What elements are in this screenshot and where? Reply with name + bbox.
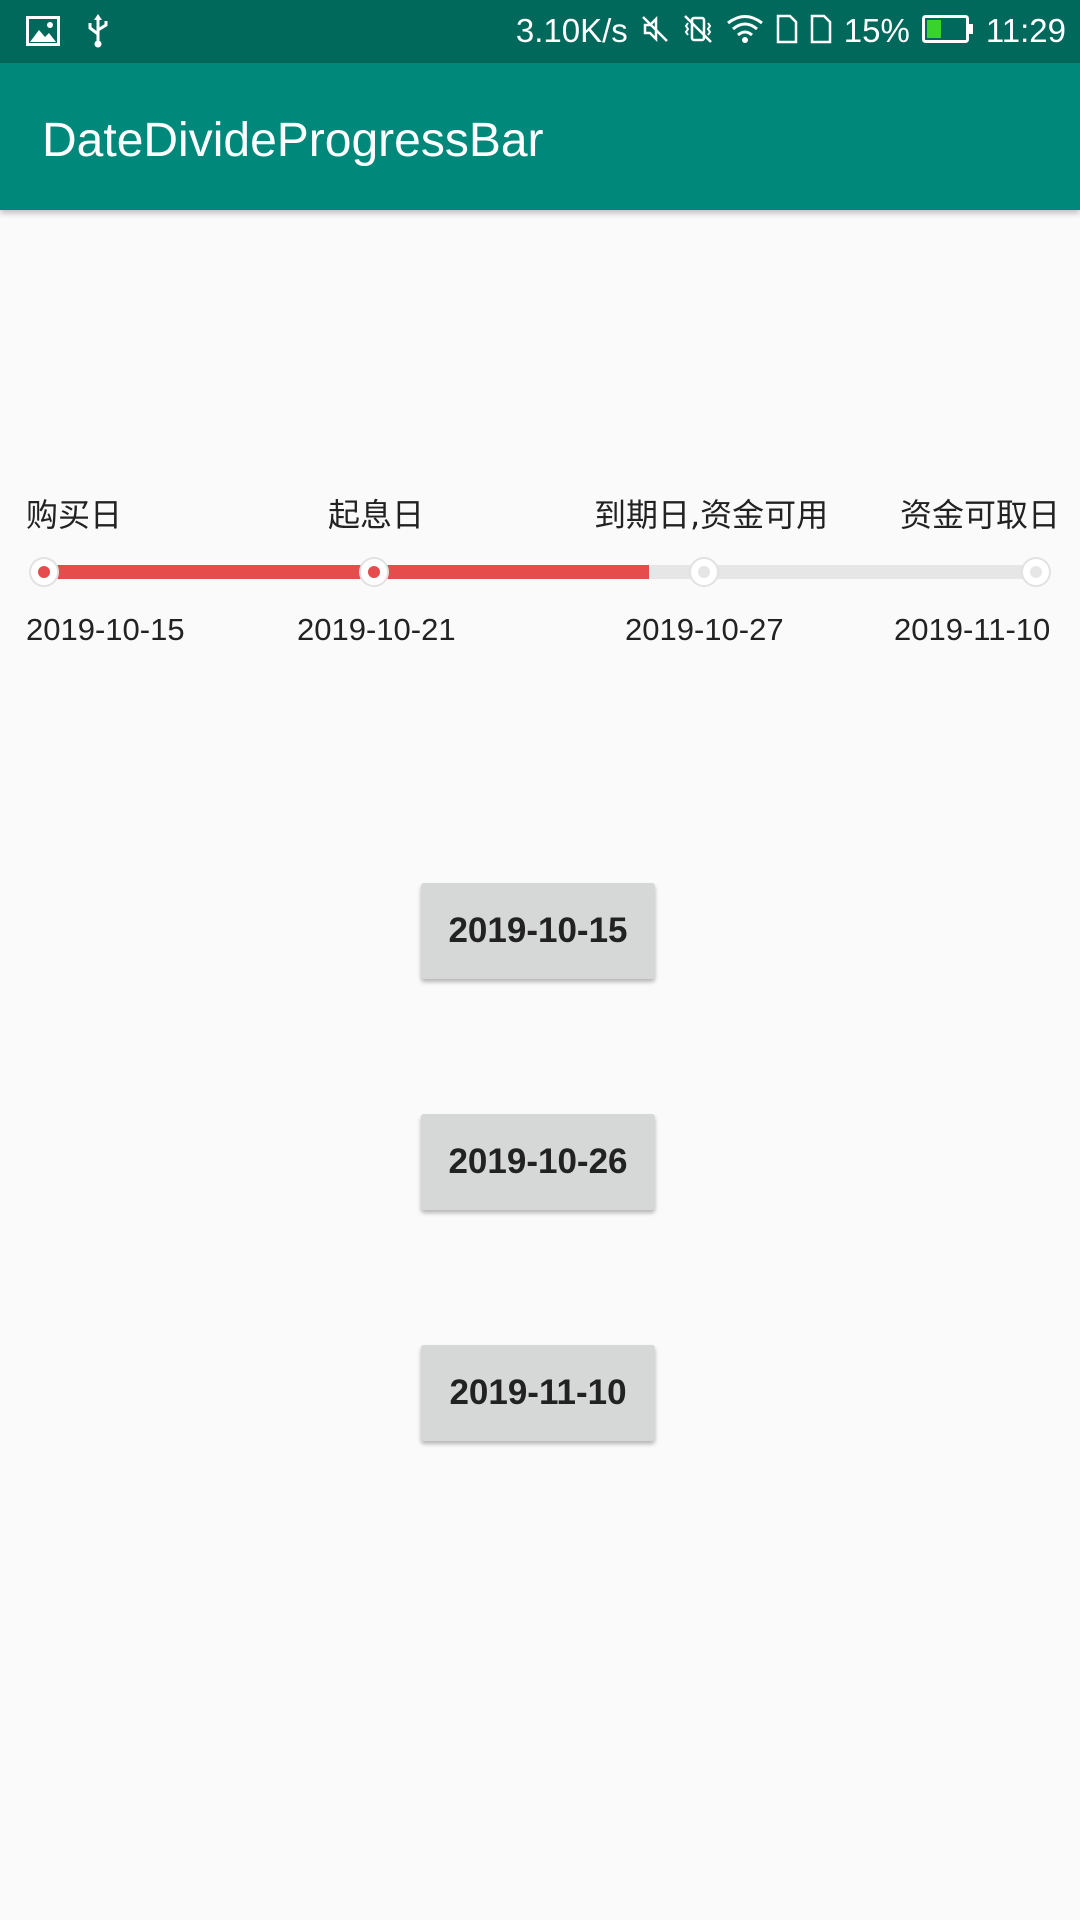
date-button-2[interactable]: 2019-10-26 <box>421 1114 655 1210</box>
milestone-dot <box>38 566 50 578</box>
app-title: DateDivideProgressBar <box>42 114 544 167</box>
milestone-dot <box>1030 566 1042 578</box>
milestone-label-withdrawable: 资金可取日 <box>900 496 1061 534</box>
battery-icon <box>921 15 974 47</box>
sim2-icon <box>810 14 832 48</box>
clock: 11:29 <box>985 12 1066 49</box>
milestone-node <box>689 557 719 587</box>
mute-icon <box>640 14 670 48</box>
milestone-node <box>1021 557 1051 587</box>
status-right-icons: 3.10K/s 15% 11:29 <box>516 8 1066 54</box>
milestone-date-value-date: 2019-10-21 <box>297 612 456 647</box>
milestone-node <box>29 557 59 587</box>
app-bar: DateDivideProgressBar <box>0 63 1080 210</box>
milestone-label-maturity: 到期日,资金可用 <box>594 496 829 534</box>
milestone-label-purchase: 购买日 <box>26 496 123 534</box>
vibrate-off-icon <box>682 13 714 49</box>
progress-fill <box>44 565 649 579</box>
status-bar: 3.10K/s 15% 11:29 <box>0 0 1080 63</box>
status-left-icons <box>26 14 110 52</box>
milestone-date-purchase: 2019-10-15 <box>26 612 185 647</box>
milestone-label-value-date: 起息日 <box>328 496 425 534</box>
milestone-dot <box>698 566 710 578</box>
date-button-1[interactable]: 2019-10-15 <box>421 883 655 979</box>
wifi-icon <box>726 14 764 48</box>
milestone-dot <box>368 566 380 578</box>
battery-percent: 15% <box>843 12 910 49</box>
date-button-3[interactable]: 2019-11-10 <box>421 1345 655 1441</box>
milestone-date-maturity: 2019-10-27 <box>625 612 784 647</box>
milestone-date-withdrawable: 2019-11-10 <box>894 612 1051 647</box>
milestone-node <box>359 557 389 587</box>
net-speed: 3.10K/s <box>515 12 628 49</box>
usb-icon <box>86 14 110 52</box>
image-icon <box>26 16 60 50</box>
sim1-icon <box>776 14 798 48</box>
